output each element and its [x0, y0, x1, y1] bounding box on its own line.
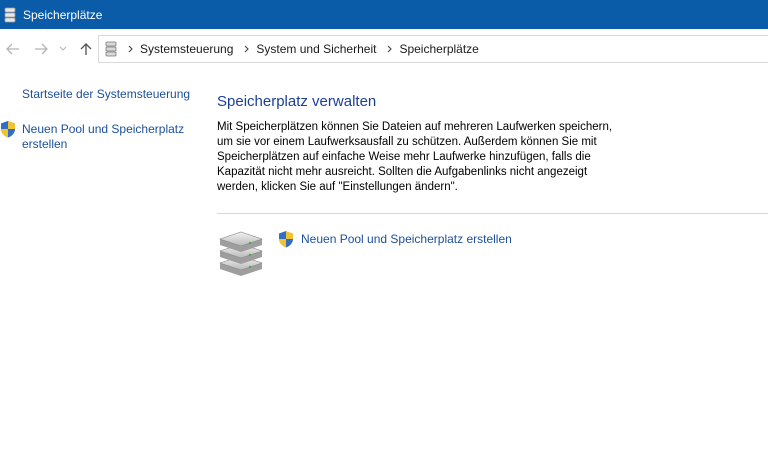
create-pool-link-label[interactable]: Neuen Pool und Speicherplatz erstellen [301, 232, 512, 246]
address-bar[interactable]: Systemsteuerung System und Sicherheit Sp… [98, 35, 768, 63]
back-arrow-icon[interactable] [5, 41, 21, 57]
page-heading: Speicherplatz verwalten [217, 93, 377, 110]
chevron-right-icon[interactable] [128, 45, 133, 53]
sidebar-link-create-pool-line1[interactable]: Neuen Pool und Speicherplatz [22, 122, 184, 136]
breadcrumb-systemsteuerung[interactable]: Systemsteuerung [140, 42, 233, 56]
create-pool-link[interactable]: Neuen Pool und Speicherplatz erstellen [278, 230, 512, 248]
uac-shield-icon [278, 230, 294, 248]
breadcrumb-system-und-sicherheit[interactable]: System und Sicherheit [256, 42, 376, 56]
window-title: Speicherplätze [23, 7, 103, 22]
storage-drives-icon [217, 229, 265, 277]
sidebar-link-create-pool-line2[interactable]: erstellen [22, 137, 67, 151]
breadcrumb-speicherplaetze[interactable]: Speicherplätze [399, 42, 478, 56]
storage-spaces-icon [4, 7, 16, 23]
chevron-right-icon[interactable] [387, 45, 393, 53]
sidebar-link-create-pool[interactable]: Neuen Pool und Speicherplatz erstellen [22, 122, 184, 152]
forward-arrow-icon[interactable] [33, 41, 49, 57]
uac-shield-icon [0, 120, 16, 138]
title-bar: Speicherplätze [0, 0, 768, 29]
description-text: Mit Speicherplätzen können Sie Dateien a… [217, 121, 613, 193]
up-arrow-icon[interactable] [78, 41, 94, 57]
recent-locations-chevron-icon[interactable] [58, 41, 68, 57]
divider [217, 213, 768, 214]
sidebar-link-home[interactable]: Startseite der Systemsteuerung [22, 87, 190, 102]
chevron-right-icon[interactable] [244, 45, 250, 53]
storage-spaces-icon [105, 41, 117, 57]
